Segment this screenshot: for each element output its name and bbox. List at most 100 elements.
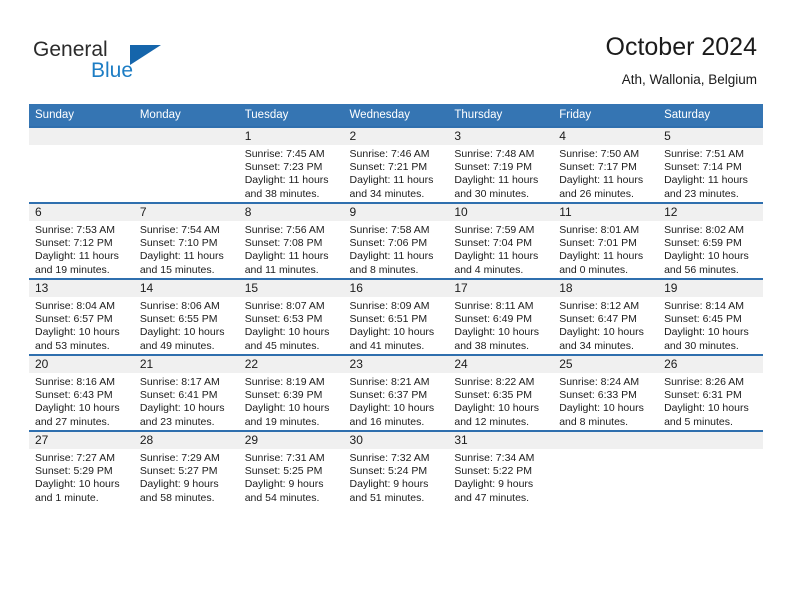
calendar-cell-day[interactable]: 18 Sunrise: 8:12 AM Sunset: 6:47 PM Dayligh… bbox=[553, 278, 659, 355]
sun-info bbox=[658, 449, 763, 452]
sunrise-time: Sunrise: 8:02 AM bbox=[664, 224, 745, 236]
sunrise-time: Sunrise: 8:07 AM bbox=[244, 300, 325, 312]
calendar-cell-day[interactable]: 31 Sunrise: 7:34 AM Sunset: 5:22 PM Dayligh… bbox=[448, 430, 554, 506]
day-number: 30 bbox=[343, 432, 449, 449]
daylight-duration-line2: and 26 minutes. bbox=[559, 187, 634, 200]
calendar-cell-day[interactable]: 10 Sunrise: 7:59 AM Sunset: 7:04 PM Dayligh… bbox=[448, 202, 554, 279]
calendar-cell-day[interactable]: 3 Sunrise: 7:48 AM Sunset: 7:19 PM Daylight… bbox=[448, 126, 554, 203]
sun-info: Sunrise: 8:17 AM Sunset: 6:41 PM Daylight:… bbox=[134, 373, 239, 429]
page-header: General Blue October 2024 Ath, Wallonia,… bbox=[0, 0, 792, 104]
calendar-cell-day[interactable]: 11 Sunrise: 8:01 AM Sunset: 7:01 PM Dayligh… bbox=[553, 202, 659, 279]
calendar-cell-day[interactable]: 29 Sunrise: 7:31 AM Sunset: 5:25 PM Dayligh… bbox=[238, 430, 344, 506]
sunrise-time: Sunrise: 7:29 AM bbox=[139, 452, 220, 464]
calendar-body: 1 Sunrise: 7:45 AM Sunset: 7:23 PM Daylight… bbox=[29, 126, 763, 506]
daylight-duration-line2: and 16 minutes. bbox=[349, 415, 425, 428]
calendar-cell-day[interactable]: 15 Sunrise: 8:07 AM Sunset: 6:53 PM Dayligh… bbox=[238, 278, 344, 355]
day-number bbox=[658, 432, 763, 449]
calendar-cell-day[interactable]: 4 Sunrise: 7:50 AM Sunset: 7:17 PM Daylight… bbox=[553, 126, 659, 203]
day-number: 3 bbox=[448, 128, 554, 145]
daylight-duration-line2: and 51 minutes. bbox=[349, 491, 425, 504]
calendar-cell-day[interactable]: 24 Sunrise: 8:22 AM Sunset: 6:35 PM Dayligh… bbox=[448, 354, 554, 431]
day-number: 28 bbox=[133, 432, 239, 449]
calendar-cell-empty bbox=[553, 430, 659, 506]
sun-info: Sunrise: 8:22 AM Sunset: 6:35 PM Daylight:… bbox=[448, 373, 553, 429]
calendar-cell-inner: 6 Sunrise: 7:53 AM Sunset: 7:12 PM Daylight… bbox=[29, 204, 134, 278]
sun-info bbox=[29, 145, 134, 148]
calendar-cell-day[interactable]: 1 Sunrise: 7:45 AM Sunset: 7:23 PM Daylight… bbox=[238, 126, 344, 203]
sun-info: Sunrise: 8:07 AM Sunset: 6:53 PM Daylight:… bbox=[239, 297, 344, 353]
daylight-duration-line2: and 49 minutes. bbox=[139, 339, 215, 352]
sun-info: Sunrise: 8:24 AM Sunset: 6:33 PM Daylight:… bbox=[553, 373, 658, 429]
sunrise-time: Sunrise: 8:01 AM bbox=[559, 224, 640, 236]
calendar-cell-day[interactable]: 16 Sunrise: 8:09 AM Sunset: 6:51 PM Dayligh… bbox=[343, 278, 449, 355]
calendar-cell-day[interactable]: 23 Sunrise: 8:21 AM Sunset: 6:37 PM Dayligh… bbox=[343, 354, 449, 431]
day-number: 11 bbox=[553, 204, 659, 221]
daylight-duration-line1: Daylight: 9 hours bbox=[454, 478, 534, 491]
sunset-time: Sunset: 6:53 PM bbox=[244, 313, 323, 326]
calendar-cell-day[interactable]: 17 Sunrise: 8:11 AM Sunset: 6:49 PM Dayligh… bbox=[448, 278, 554, 355]
daylight-duration-line2: and 58 minutes. bbox=[139, 491, 215, 504]
day-number bbox=[553, 432, 659, 449]
sunset-time: Sunset: 5:22 PM bbox=[454, 465, 533, 478]
day-number: 6 bbox=[29, 204, 134, 221]
brand-logo[interactable]: General Blue bbox=[33, 38, 253, 88]
daylight-duration-line1: Daylight: 11 hours bbox=[35, 250, 119, 263]
day-number: 1 bbox=[238, 128, 344, 145]
calendar-cell-day[interactable]: 21 Sunrise: 8:17 AM Sunset: 6:41 PM Dayligh… bbox=[133, 354, 239, 431]
daylight-duration-line2: and 54 minutes. bbox=[244, 491, 320, 504]
calendar-cell-day[interactable]: 30 Sunrise: 7:32 AM Sunset: 5:24 PM Dayligh… bbox=[343, 430, 449, 506]
calendar-cell-day[interactable]: 2 Sunrise: 7:46 AM Sunset: 7:21 PM Daylight… bbox=[343, 126, 449, 203]
calendar-cell-day[interactable]: 28 Sunrise: 7:29 AM Sunset: 5:27 PM Dayligh… bbox=[133, 430, 239, 506]
daylight-duration-line2: and 30 minutes. bbox=[664, 339, 739, 352]
calendar-cell-day[interactable]: 20 Sunrise: 8:16 AM Sunset: 6:43 PM Dayligh… bbox=[29, 354, 134, 431]
calendar-cell-day[interactable]: 26 Sunrise: 8:26 AM Sunset: 6:31 PM Dayligh… bbox=[658, 354, 763, 431]
weekday-header-tuesday: Tuesday bbox=[238, 104, 344, 127]
daylight-duration-line1: Daylight: 10 hours bbox=[35, 478, 120, 491]
sunrise-time: Sunrise: 8:22 AM bbox=[454, 376, 535, 388]
day-number: 12 bbox=[658, 204, 763, 221]
sun-info bbox=[553, 449, 658, 452]
sunset-time: Sunset: 7:17 PM bbox=[559, 161, 637, 174]
calendar-cell-inner: 26 Sunrise: 8:26 AM Sunset: 6:31 PM Dayligh… bbox=[658, 356, 763, 430]
calendar-cell-day[interactable]: 8 Sunrise: 7:56 AM Sunset: 7:08 PM Daylight… bbox=[238, 202, 344, 279]
sun-info: Sunrise: 7:29 AM Sunset: 5:27 PM Daylight:… bbox=[134, 449, 239, 505]
calendar-cell-inner: 2 Sunrise: 7:46 AM Sunset: 7:21 PM Daylight… bbox=[343, 128, 449, 202]
brand-name-blue: Blue bbox=[91, 59, 134, 82]
daylight-duration-line1: Daylight: 11 hours bbox=[244, 174, 329, 187]
sunset-time: Sunset: 7:14 PM bbox=[664, 161, 742, 174]
daylight-duration-line2: and 1 minute. bbox=[35, 491, 99, 504]
sun-info: Sunrise: 7:53 AM Sunset: 7:12 PM Daylight:… bbox=[29, 221, 134, 277]
calendar-cell-day[interactable]: 22 Sunrise: 8:19 AM Sunset: 6:39 PM Dayligh… bbox=[238, 354, 344, 431]
calendar-week-row: 6 Sunrise: 7:53 AM Sunset: 7:12 PM Daylight… bbox=[29, 202, 763, 279]
calendar-cell-day[interactable]: 19 Sunrise: 8:14 AM Sunset: 6:45 PM Dayligh… bbox=[658, 278, 763, 355]
day-number: 27 bbox=[29, 432, 134, 449]
calendar-cell-day[interactable]: 13 Sunrise: 8:04 AM Sunset: 6:57 PM Dayligh… bbox=[29, 278, 134, 355]
title-block: October 2024 Ath, Wallonia, Belgium bbox=[606, 32, 758, 89]
calendar-cell-inner: 23 Sunrise: 8:21 AM Sunset: 6:37 PM Dayligh… bbox=[343, 356, 449, 430]
calendar-cell-day[interactable]: 7 Sunrise: 7:54 AM Sunset: 7:10 PM Daylight… bbox=[133, 202, 239, 279]
day-number: 14 bbox=[133, 280, 239, 297]
daylight-duration-line2: and 8 minutes. bbox=[559, 415, 629, 428]
daylight-duration-line1: Daylight: 11 hours bbox=[244, 250, 329, 263]
calendar-cell-day[interactable]: 25 Sunrise: 8:24 AM Sunset: 6:33 PM Dayligh… bbox=[553, 354, 659, 431]
sun-info: Sunrise: 8:06 AM Sunset: 6:55 PM Daylight:… bbox=[134, 297, 239, 353]
calendar-cell-inner bbox=[553, 432, 659, 506]
daylight-duration-line1: Daylight: 11 hours bbox=[559, 250, 644, 263]
calendar-cell-day[interactable]: 6 Sunrise: 7:53 AM Sunset: 7:12 PM Daylight… bbox=[29, 202, 134, 279]
sunrise-time: Sunrise: 7:45 AM bbox=[244, 148, 325, 160]
calendar-cell-day[interactable]: 27 Sunrise: 7:27 AM Sunset: 5:29 PM Dayligh… bbox=[29, 430, 134, 506]
calendar-cell-day[interactable]: 12 Sunrise: 8:02 AM Sunset: 6:59 PM Dayligh… bbox=[658, 202, 763, 279]
sunset-time: Sunset: 6:55 PM bbox=[139, 313, 218, 326]
day-number: 21 bbox=[133, 356, 239, 373]
calendar-cell-day[interactable]: 14 Sunrise: 8:06 AM Sunset: 6:55 PM Dayligh… bbox=[133, 278, 239, 355]
daylight-duration-line1: Daylight: 10 hours bbox=[664, 326, 749, 339]
sunrise-time: Sunrise: 7:48 AM bbox=[454, 148, 535, 160]
calendar-cell-day[interactable]: 5 Sunrise: 7:51 AM Sunset: 7:14 PM Daylight… bbox=[658, 126, 763, 203]
daylight-duration-line1: Daylight: 10 hours bbox=[664, 402, 749, 415]
day-number: 9 bbox=[343, 204, 449, 221]
calendar-cell-inner: 25 Sunrise: 8:24 AM Sunset: 6:33 PM Dayligh… bbox=[553, 356, 659, 430]
sunset-time: Sunset: 5:24 PM bbox=[349, 465, 428, 478]
weekday-header-row: Sunday Monday Tuesday Wednesday Thursday… bbox=[29, 104, 763, 127]
sun-info: Sunrise: 7:51 AM Sunset: 7:14 PM Daylight:… bbox=[658, 145, 763, 201]
calendar-cell-day[interactable]: 9 Sunrise: 7:58 AM Sunset: 7:06 PM Daylight… bbox=[343, 202, 449, 279]
